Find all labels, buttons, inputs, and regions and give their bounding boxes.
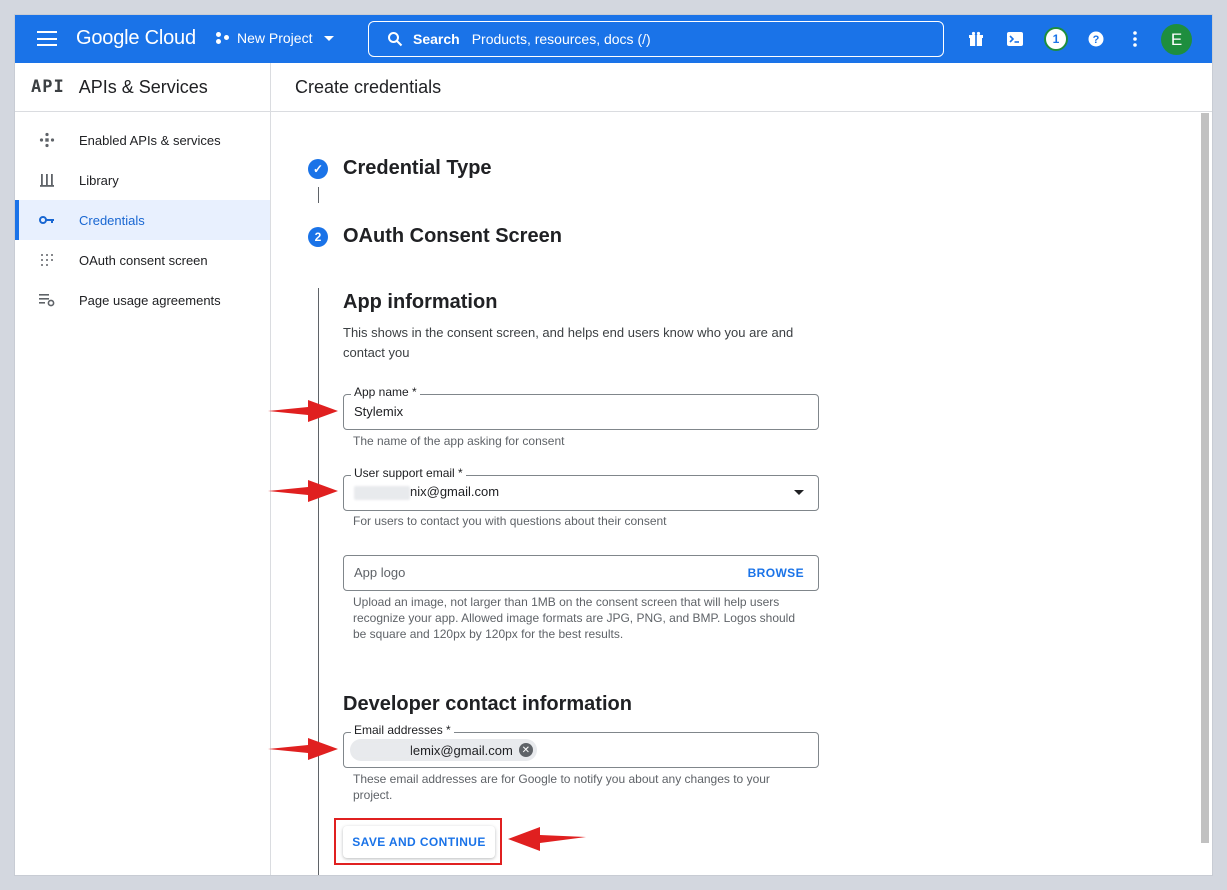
field-label: Email addresses *: [351, 723, 454, 737]
google-cloud-logo[interactable]: Google Cloud: [76, 27, 196, 50]
sidebar-item-label: Enabled APIs & services: [79, 132, 221, 148]
sidebar-item-enabled-apis[interactable]: Enabled APIs & services: [15, 120, 270, 160]
app-info-heading: App information: [343, 291, 498, 313]
sidebar-item-label: Credentials: [79, 212, 145, 228]
app-info-description: This shows in the consent screen, and he…: [343, 325, 794, 360]
sidebar-title: APIs & Services: [78, 76, 208, 97]
step-oauth-consent[interactable]: 2 OAuth Consent Screen: [308, 225, 562, 248]
browser-frame: Google Cloud New Project Search Products…: [15, 15, 1212, 875]
app-logo-field[interactable]: App logo BROWSE: [343, 555, 819, 591]
annotation-arrow-icon: [268, 480, 338, 502]
field-label: User support email *: [351, 466, 466, 480]
step-title: OAuth Consent Screen: [343, 225, 562, 247]
support-email-select[interactable]: User support email * nix@gmail.com: [343, 466, 819, 511]
app-name-field[interactable]: App name * Stylemix: [343, 385, 819, 430]
step-credential-type[interactable]: ✓ Credential Type: [308, 157, 492, 180]
api-icon: API: [31, 77, 65, 97]
search-bar[interactable]: Search Products, resources, docs (/): [368, 21, 944, 57]
sidebar-item-label: Library: [79, 172, 119, 188]
check-icon: ✓: [308, 158, 328, 179]
sidebar-item-label: Page usage agreements: [79, 292, 221, 308]
project-icon: [215, 30, 231, 46]
chevron-down-icon[interactable]: [794, 490, 804, 495]
sidebar-item-page-usage[interactable]: Page usage agreements: [15, 280, 270, 320]
field-hint: Upload an image, not larger than 1MB on …: [353, 595, 796, 641]
email-chip[interactable]: lemix@gmail.com ✕: [350, 739, 537, 761]
step-connector: [318, 288, 319, 875]
sidebar-item-library[interactable]: Library: [15, 160, 270, 200]
scrollbar[interactable]: [1201, 113, 1209, 843]
step-title: Credential Type: [343, 157, 492, 179]
annotation-arrow-icon: [268, 400, 338, 422]
field-value: Stylemix: [354, 404, 404, 419]
annotation-arrow-icon: [268, 738, 338, 760]
redacted-text: [354, 485, 410, 500]
library-icon: [15, 173, 79, 187]
main-content: Create credentials ✓ Credential Type 2 O…: [271, 63, 1212, 875]
sidebar-header: API APIs & Services: [15, 63, 270, 112]
step-connector: [318, 187, 319, 203]
field-hint: For users to contact you with questions …: [353, 514, 667, 528]
field-hint: These email addresses are for Google to …: [353, 772, 770, 802]
field-hint: The name of the app asking for consent: [353, 434, 565, 448]
step-number: 2: [308, 226, 328, 247]
browse-button[interactable]: BROWSE: [748, 566, 804, 580]
avatar[interactable]: E: [1161, 24, 1192, 55]
key-icon: [15, 215, 79, 225]
sidebar-item-label: OAuth consent screen: [79, 252, 208, 268]
search-icon: [388, 32, 403, 47]
cloud-shell-icon[interactable]: [1005, 29, 1025, 49]
svg-text:?: ?: [1093, 34, 1100, 46]
project-name: New Project: [237, 30, 313, 46]
page-title: Create credentials: [271, 63, 1212, 112]
help-icon[interactable]: ?: [1086, 29, 1106, 49]
consent-dots-icon: [15, 253, 79, 267]
diamond-dots-icon: [15, 132, 79, 148]
sidebar-item-credentials[interactable]: Credentials: [15, 200, 270, 240]
search-label: Search: [413, 31, 460, 47]
project-selector[interactable]: New Project: [215, 30, 335, 46]
field-value: nix@gmail.com: [354, 484, 499, 500]
field-label: App name *: [351, 385, 420, 399]
email-addresses-field[interactable]: Email addresses * lemix@gmail.com ✕: [343, 723, 819, 768]
search-placeholder: Products, resources, docs (/): [471, 31, 651, 47]
sidebar-item-oauth-consent[interactable]: OAuth consent screen: [15, 240, 270, 280]
field-placeholder: App logo: [354, 565, 406, 580]
chevron-down-icon: [324, 35, 335, 41]
annotation-arrow-icon: [508, 827, 586, 851]
more-vert-icon[interactable]: [1125, 29, 1145, 49]
notification-badge[interactable]: 1: [1044, 27, 1068, 51]
sidebar: API APIs & Services Enabled APIs & servi…: [15, 63, 271, 875]
menu-icon[interactable]: [37, 31, 57, 46]
developer-heading: Developer contact information: [343, 693, 632, 715]
close-icon[interactable]: ✕: [518, 743, 533, 757]
settings-list-icon: [15, 293, 79, 307]
gift-icon[interactable]: [966, 29, 986, 49]
chip-label: lemix@gmail.com: [410, 742, 513, 758]
save-and-continue-button[interactable]: SAVE AND CONTINUE: [343, 826, 495, 858]
top-bar: Google Cloud New Project Search Products…: [15, 15, 1212, 63]
redacted-text: [354, 743, 410, 757]
